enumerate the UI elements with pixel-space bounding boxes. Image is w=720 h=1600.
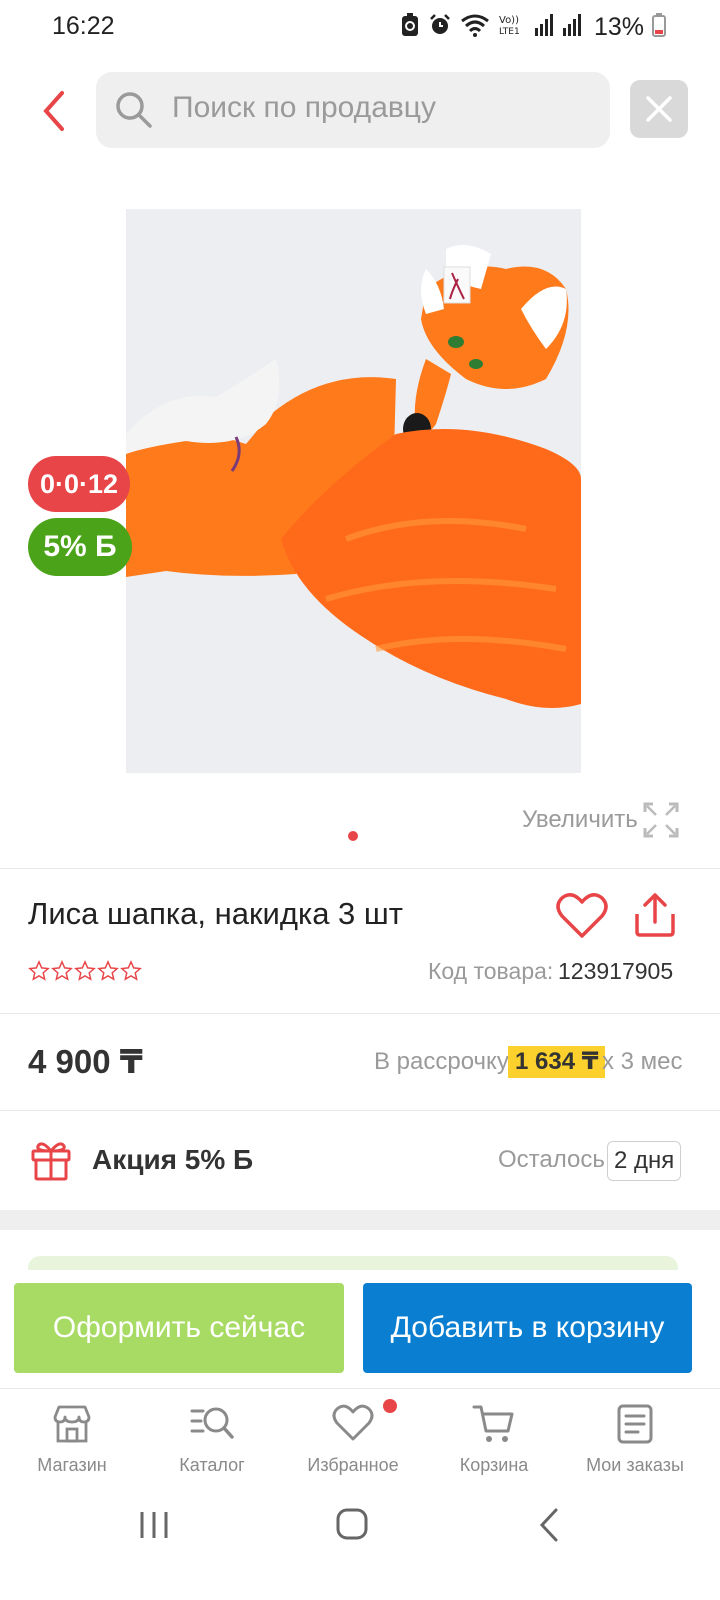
recent-apps-icon[interactable] bbox=[138, 1510, 170, 1540]
heart-icon bbox=[556, 893, 608, 938]
expand-icon[interactable] bbox=[643, 802, 679, 838]
cart-icon bbox=[472, 1405, 514, 1442]
divider bbox=[0, 1013, 720, 1014]
nav-item-cart[interactable]: Корзина bbox=[422, 1389, 566, 1489]
svg-text:Vo)): Vo)) bbox=[499, 15, 519, 26]
favorites-badge bbox=[383, 1399, 397, 1413]
zoom-label[interactable]: Увеличить bbox=[522, 806, 638, 834]
fox-costume-photo bbox=[126, 209, 581, 773]
close-button[interactable] bbox=[630, 80, 688, 138]
svg-text:LTE1: LTE1 bbox=[499, 27, 520, 37]
home-icon[interactable] bbox=[336, 1508, 368, 1540]
promo-remaining-value: 2 дня bbox=[607, 1141, 682, 1181]
image-pager-dot bbox=[348, 831, 358, 841]
nav-item-catalog[interactable]: Каталог bbox=[140, 1389, 284, 1489]
installment-amount[interactable]: 1 634 ₸ bbox=[508, 1046, 606, 1078]
signal-icon-2 bbox=[562, 14, 582, 41]
promo-remaining-label: Осталось bbox=[498, 1146, 605, 1173]
back-icon[interactable] bbox=[538, 1508, 560, 1542]
divider bbox=[0, 868, 720, 869]
chevron-left-icon bbox=[43, 91, 64, 131]
search-input[interactable]: Поиск по продавцу bbox=[96, 72, 610, 148]
alarm-icon bbox=[428, 13, 452, 42]
checkout-now-button[interactable]: Оформить сейчас bbox=[14, 1283, 344, 1373]
status-bar: 16:22 Vo)) LTE1 13% bbox=[0, 0, 720, 56]
catalog-search-icon bbox=[190, 1407, 234, 1439]
nav-label: Каталог bbox=[179, 1455, 245, 1475]
battery-percent: 13% bbox=[593, 13, 644, 41]
battery-icon bbox=[652, 13, 666, 42]
promo-label[interactable]: Акция 5% Б bbox=[92, 1144, 253, 1176]
product-title: Лиса шапка, накидка 3 шт bbox=[28, 896, 403, 931]
signal-icon bbox=[534, 14, 554, 41]
favorite-button[interactable] bbox=[556, 892, 608, 945]
nav-label: Корзина bbox=[459, 1455, 529, 1475]
star-icon bbox=[97, 960, 119, 981]
status-icons: Vo)) LTE1 13% bbox=[400, 12, 666, 43]
installment-label[interactable]: В рассрочку bbox=[374, 1048, 509, 1076]
star-icon bbox=[120, 960, 142, 981]
installment-term[interactable]: х 3 мес bbox=[602, 1048, 683, 1076]
heart-icon bbox=[332, 1404, 374, 1441]
bonus-badge: 5% Б bbox=[28, 518, 132, 576]
timer-badge: 0·0·12 bbox=[28, 456, 130, 512]
bottom-nav: Магазин Каталог Избранное Корзина Мои за… bbox=[0, 1388, 720, 1488]
nav-item-orders[interactable]: Мои заказы bbox=[563, 1389, 707, 1489]
share-icon bbox=[635, 893, 675, 937]
screen: 16:22 Vo)) LTE1 13% Поиск по продавцу 0·… bbox=[0, 0, 720, 1600]
sku-value: 123917905 bbox=[558, 958, 674, 984]
search-icon bbox=[116, 92, 152, 128]
gift-icon bbox=[31, 1142, 71, 1181]
promo-banner-peek[interactable] bbox=[28, 1256, 678, 1270]
star-icon bbox=[74, 960, 96, 981]
star-icon bbox=[51, 960, 73, 981]
divider bbox=[0, 1110, 720, 1111]
section-separator bbox=[0, 1210, 720, 1230]
store-icon bbox=[53, 1405, 91, 1443]
star-icon bbox=[28, 960, 50, 981]
share-button[interactable] bbox=[633, 892, 677, 943]
nav-label: Мои заказы bbox=[586, 1455, 684, 1475]
volte-icon: Vo)) LTE1 bbox=[498, 13, 526, 42]
product-price: 4 900 ₸ bbox=[28, 1043, 143, 1080]
system-nav-bar bbox=[0, 1490, 720, 1600]
status-time: 16:22 bbox=[52, 12, 115, 40]
nav-item-favorites[interactable]: Избранное bbox=[281, 1389, 425, 1489]
back-button[interactable] bbox=[28, 86, 78, 136]
wifi-icon bbox=[460, 13, 490, 42]
close-icon bbox=[646, 96, 672, 122]
rating-stars[interactable] bbox=[28, 960, 142, 982]
product-image[interactable] bbox=[126, 209, 581, 773]
nav-label: Магазин bbox=[37, 1455, 107, 1475]
sku-label: Код товара: bbox=[428, 958, 554, 984]
nav-label: Избранное bbox=[307, 1455, 399, 1475]
search-placeholder: Поиск по продавцу bbox=[172, 91, 436, 124]
nav-item-store[interactable]: Магазин bbox=[0, 1389, 144, 1489]
add-to-cart-button[interactable]: Добавить в корзину bbox=[363, 1283, 692, 1373]
data-saver-icon bbox=[400, 12, 420, 43]
orders-icon bbox=[617, 1404, 653, 1444]
